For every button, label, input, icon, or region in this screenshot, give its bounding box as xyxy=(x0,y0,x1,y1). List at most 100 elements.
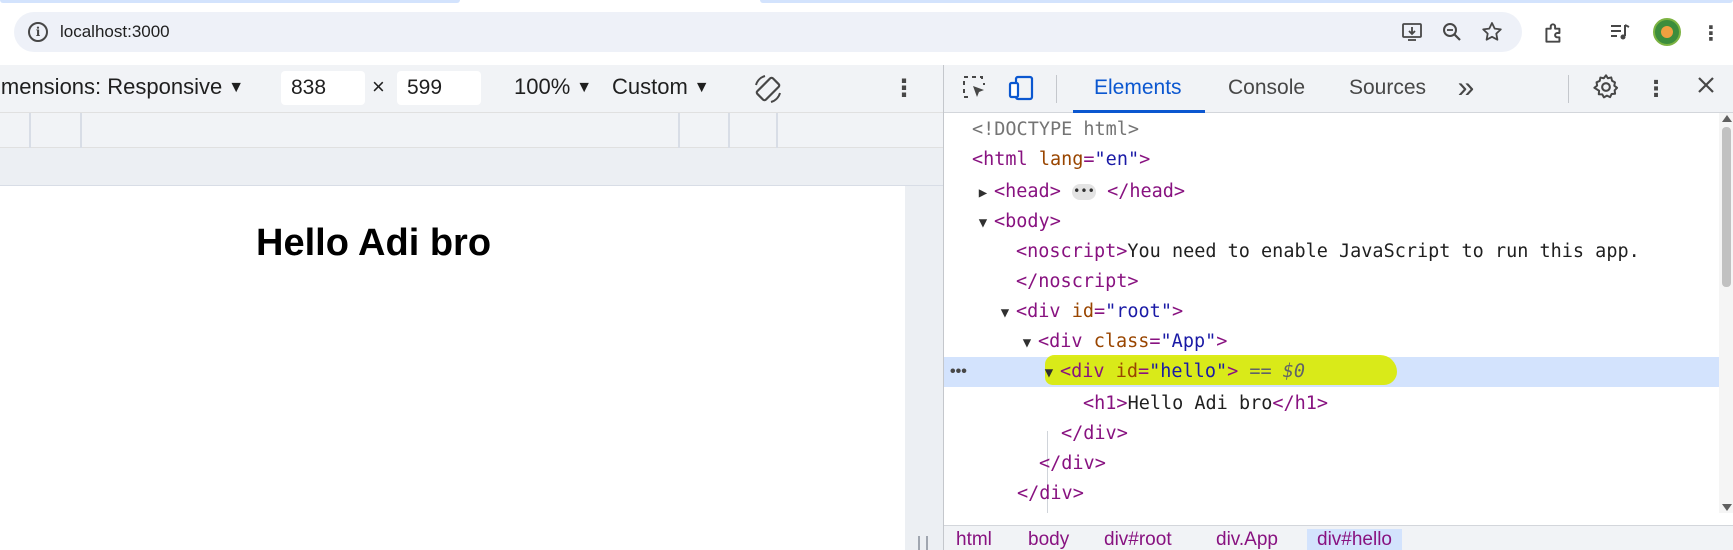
collapse-triangle-icon[interactable]: ▼ xyxy=(1038,358,1060,388)
dom-node-root-close[interactable]: </div> xyxy=(944,479,1719,509)
tab-indicator[interactable] xyxy=(0,0,460,3)
text-node: Hello Adi bro xyxy=(1127,393,1273,414)
close-icon[interactable] xyxy=(1690,73,1722,105)
collapsed-ellipsis-icon[interactable]: ••• xyxy=(1071,184,1096,200)
site-info-icon[interactable]: i xyxy=(28,22,48,42)
attr-value: "App" xyxy=(1160,331,1217,352)
times-sign: × xyxy=(372,74,385,99)
dom-node-html[interactable]: <html lang="en"> xyxy=(944,145,1719,175)
dom-node-doctype[interactable]: <!DOCTYPE html> xyxy=(944,115,1719,145)
ruler xyxy=(0,148,943,186)
dom-node-hello-close[interactable]: </div> xyxy=(944,419,1719,449)
tag-text: </div> xyxy=(1017,483,1084,504)
extensions-icon[interactable] xyxy=(1540,20,1568,48)
attr-name: id xyxy=(1115,361,1138,382)
throttle-dropdown[interactable]: Custom ▼ xyxy=(612,74,710,100)
media-query-marker[interactable] xyxy=(728,113,730,148)
tag-text: <html xyxy=(972,149,1028,170)
devtools-panel: Elements Console Sources » ⋮ <!DOCTYPE h… xyxy=(943,65,1733,550)
dimensions-label: imensions: Responsive xyxy=(0,74,223,99)
page-heading: Hello Adi bro xyxy=(256,222,492,264)
browser-menu-icon[interactable]: ⋮ xyxy=(1697,20,1725,48)
media-controls-icon[interactable] xyxy=(1606,20,1634,48)
throttle-value: Custom xyxy=(612,74,688,99)
dom-node-noscript[interactable]: <noscript>You need to enable JavaScript … xyxy=(944,237,1719,267)
rotate-icon[interactable] xyxy=(750,71,786,107)
tab-sources[interactable]: Sources xyxy=(1349,76,1426,100)
tag-text: </div> xyxy=(1061,423,1128,444)
dimensions-dropdown[interactable]: imensions: Responsive ▼ xyxy=(0,74,244,100)
attr-name: id xyxy=(1071,301,1094,322)
tag-text: </h1> xyxy=(1272,393,1329,414)
scroll-down-icon[interactable] xyxy=(1722,504,1732,511)
attr-name: class xyxy=(1093,331,1150,352)
bookmark-star-icon[interactable] xyxy=(1480,20,1504,44)
attr-value: "root" xyxy=(1105,301,1172,322)
dom-tree: <!DOCTYPE html> <html lang="en"> ▶ <head>… xyxy=(944,113,1719,513)
dom-node-body[interactable]: ▼ <body> xyxy=(944,207,1719,237)
zoom-dropdown[interactable]: 100% ▼ xyxy=(514,74,592,100)
collapse-triangle-icon[interactable]: ▼ xyxy=(1016,328,1038,358)
width-input[interactable]: 838 xyxy=(281,71,365,105)
dom-node-noscript-close[interactable]: </noscript> xyxy=(944,267,1719,297)
resize-handle[interactable] xyxy=(918,536,928,550)
tag-text: <div xyxy=(1016,301,1061,322)
breadcrumb-item[interactable]: div#root xyxy=(1104,529,1172,550)
media-query-marker[interactable] xyxy=(80,113,82,148)
dom-node-app[interactable]: ▼ <div class="App"> xyxy=(944,327,1719,357)
dom-tree-scrollbar[interactable] xyxy=(1719,113,1733,513)
tag-text: <h1> xyxy=(1083,393,1128,414)
breadcrumb: html body div#root div.App div#hello xyxy=(944,525,1733,550)
toolbar-divider xyxy=(1568,75,1569,103)
tag-text: </noscript> xyxy=(1016,271,1139,292)
dom-node-app-close[interactable]: </div> xyxy=(944,449,1719,479)
tag-text: </head> xyxy=(1107,181,1186,202)
text-node: You need to enable JavaScript to run thi… xyxy=(1127,241,1640,262)
install-app-icon[interactable] xyxy=(1400,20,1424,44)
address-bar-row: i localhost:3000 ⋮ xyxy=(0,10,1733,65)
caret-down-icon: ▼ xyxy=(576,79,593,96)
url-text[interactable]: localhost:3000 xyxy=(60,22,170,42)
inspect-element-icon[interactable] xyxy=(958,73,990,105)
tag-text: </div> xyxy=(1039,453,1106,474)
dom-node-h1[interactable]: <h1>Hello Adi bro</h1> xyxy=(944,389,1719,419)
expand-triangle-icon[interactable]: ▶ xyxy=(972,178,994,208)
address-bar[interactable]: i localhost:3000 xyxy=(14,12,1522,52)
toolbar-divider xyxy=(1056,75,1057,103)
breadcrumb-item[interactable]: body xyxy=(1028,529,1069,550)
breadcrumb-item[interactable]: div.App xyxy=(1216,529,1278,550)
page-viewport: Hello Adi bro xyxy=(0,186,905,550)
tab-indicator[interactable] xyxy=(760,0,1733,3)
breadcrumb-item[interactable]: html xyxy=(956,529,992,550)
collapse-triangle-icon[interactable]: ▼ xyxy=(994,298,1016,328)
device-toolbar: imensions: Responsive ▼ 838 × 599 100% ▼ C… xyxy=(0,65,943,113)
collapse-triangle-icon[interactable]: ▼ xyxy=(972,208,994,238)
tab-console[interactable]: Console xyxy=(1228,76,1305,100)
media-query-marker[interactable] xyxy=(678,113,680,148)
profile-avatar[interactable] xyxy=(1653,18,1681,46)
media-query-marker[interactable] xyxy=(776,113,778,148)
tag-text: <noscript> xyxy=(1016,241,1128,262)
settings-gear-icon[interactable] xyxy=(1590,73,1622,105)
breadcrumb-item-active[interactable]: div#hello xyxy=(1307,529,1402,550)
dom-node-root[interactable]: ▼ <div id="root"> xyxy=(944,297,1719,327)
device-toggle-icon[interactable] xyxy=(1006,73,1038,105)
dom-node-head[interactable]: ▶ <head> ••• </head> xyxy=(944,177,1719,207)
tag-text: <div xyxy=(1038,331,1083,352)
tab-strip xyxy=(0,0,1733,10)
tag-text: <body> xyxy=(994,211,1061,232)
attr-value: "hello" xyxy=(1149,361,1228,382)
devtools-menu-icon[interactable]: ⋮ xyxy=(1640,73,1672,105)
scroll-up-icon[interactable] xyxy=(1722,115,1732,122)
height-input[interactable]: 599 xyxy=(397,71,481,105)
media-query-marker[interactable] xyxy=(29,113,31,148)
row-more-icon[interactable]: ••• xyxy=(950,357,967,387)
media-query-bar xyxy=(0,113,943,148)
device-more-options-icon[interactable]: ⋮ xyxy=(892,74,916,103)
zoom-icon[interactable] xyxy=(1440,20,1464,44)
scrollbar-thumb[interactable] xyxy=(1722,127,1731,287)
dom-node-hello-selected[interactable]: ••• ▼ <div id="hello"> == $0 xyxy=(944,357,1719,387)
tab-elements[interactable]: Elements xyxy=(1094,76,1182,100)
more-tabs-icon[interactable]: » xyxy=(1450,73,1482,105)
attr-name: lang xyxy=(1038,149,1084,170)
